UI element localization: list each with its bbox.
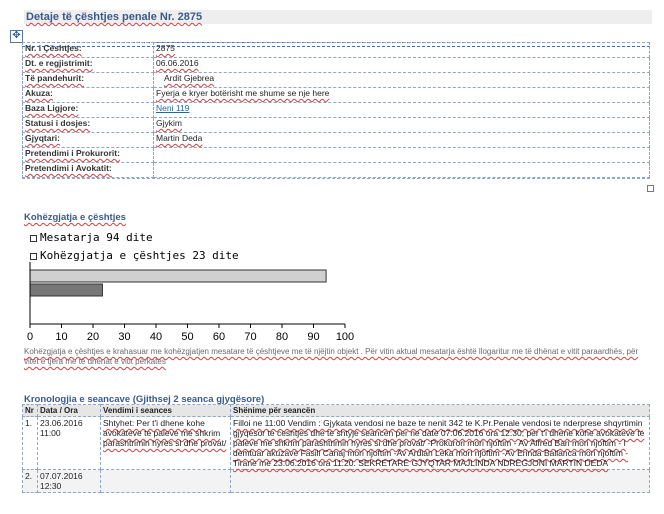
resize-handle[interactable] xyxy=(647,185,654,192)
session-datetime: 07.07.2016 12:30 xyxy=(37,469,101,493)
session-nr: 1. xyxy=(22,416,38,470)
detail-value: 06.06.2016 xyxy=(156,58,199,68)
detail-label: Statusi i dosjes: xyxy=(22,117,154,133)
x-tick-label: 60 xyxy=(213,331,225,343)
detail-value-cell: 06.06.2016 xyxy=(153,57,650,73)
x-tick-label: 80 xyxy=(276,331,288,343)
detail-label: Baza Ligjore: xyxy=(22,102,154,118)
col-decision: Vendimi i seances xyxy=(100,404,231,417)
detail-value-cell[interactable]: Neni 119 xyxy=(153,102,650,118)
detail-value-cell: Ardit Gjebrea xyxy=(153,72,650,88)
case-details-table: Nr. i Çështjes: 2875 Dt. e regjistrimit: 06… xyxy=(22,42,650,178)
duration-chart: 0 10 20 30 40 50 60 70 80 90 100 xyxy=(27,262,354,343)
details-row: Baza Ligjore: Neni 119 xyxy=(22,102,650,118)
detail-value: Fyerja e kryer botërisht me shume se nje… xyxy=(156,88,330,98)
duration-heading: Kohëzgjatja e çështjes xyxy=(24,212,126,223)
x-tick-label: 10 xyxy=(55,331,67,343)
session-notes: Filloi ne 11:00 Vendim : Gjykata vendosi… xyxy=(230,416,650,470)
details-row: Pretendimi i Avokatit: xyxy=(22,162,650,178)
detail-label: Gjyqtari: xyxy=(22,132,154,148)
session-time: 11:00 xyxy=(40,428,61,438)
legend-square-icon xyxy=(30,252,37,260)
detail-value-cell xyxy=(153,162,650,178)
table-row: 1. 23.06.2016 11:00 Shtyhet: Per t'i dhene … xyxy=(22,416,650,470)
x-tick-label: 40 xyxy=(150,331,162,343)
legend-item-average: Mesatarja 94 dite xyxy=(30,231,153,244)
detail-value: Gjykim xyxy=(156,118,182,128)
session-decision xyxy=(100,469,231,493)
chronology-table: Nr Data / Ora Vendimi i seances Shënime … xyxy=(22,404,650,493)
details-row: Pretendimi i Prokurorit: xyxy=(22,147,650,163)
detail-value-cell: Gjykim xyxy=(153,117,650,133)
detail-label: Nr. i Çështjes: xyxy=(22,42,154,58)
session-notes xyxy=(230,469,650,493)
detail-label: Akuza: xyxy=(22,87,154,103)
detail-value: 2875 xyxy=(156,43,175,53)
detail-value-cell: Martin Deda xyxy=(153,132,650,148)
legend-square-icon xyxy=(30,234,37,242)
detail-value-cell: Fyerja e kryer botërisht me shume se nje… xyxy=(153,87,650,103)
x-tick-label: 70 xyxy=(244,331,256,343)
detail-label: Të pandehurit: xyxy=(22,72,154,88)
x-tick-label: 30 xyxy=(118,331,130,343)
table-row: 2. 07.07.2016 12:30 xyxy=(22,469,650,493)
bar-average xyxy=(29,269,327,283)
detail-value: Martin Deda xyxy=(156,133,203,143)
details-row: Akuza: Fyerja e kryer botërisht me shume … xyxy=(22,87,650,103)
col-notes: Shënime për seancën xyxy=(230,404,650,417)
x-tick-label: 50 xyxy=(181,331,193,343)
page-title: Detaje të çështjes penale Nr. 2875 xyxy=(24,10,652,24)
session-date: 23.06.2016 xyxy=(40,418,83,428)
session-date: 07.07.2016 xyxy=(40,471,83,481)
session-decision: Shtyhet: Per t'i dhene kohe avokateve te… xyxy=(100,416,231,470)
x-tick-label: 90 xyxy=(307,331,319,343)
detail-label: Pretendimi i Avokatit: xyxy=(22,162,154,178)
details-row: Nr. i Çështjes: 2875 xyxy=(22,42,650,58)
details-row: Dt. e regjistrimit: 06.06.2016 xyxy=(22,57,650,73)
detail-label: Pretendimi i Prokurorit: xyxy=(22,147,154,163)
x-tick-label: 0 xyxy=(27,331,33,343)
col-date: Data / Ora xyxy=(37,404,101,417)
x-tick-label: 100 xyxy=(336,331,354,343)
session-datetime: 23.06.2016 11:00 xyxy=(37,416,101,470)
details-row: Statusi i dosjes: Gjykim xyxy=(22,117,650,133)
col-nr: Nr xyxy=(22,404,38,417)
detail-value-cell xyxy=(153,147,650,163)
detail-label: Dt. e regjistrimit: xyxy=(22,57,154,73)
x-tick-label: 20 xyxy=(87,331,99,343)
detail-value-cell: 2875 xyxy=(153,42,650,58)
details-row: Të pandehurit: Ardit Gjebrea xyxy=(22,72,650,88)
bar-case xyxy=(29,283,103,297)
detail-value: Ardit Gjebrea xyxy=(164,73,215,83)
details-row: Gjyqtari: Martin Deda xyxy=(22,132,650,148)
session-time: 12:30 xyxy=(40,481,62,491)
duration-note: Kohëzgjatja e çështjes e krahasuar me ko… xyxy=(24,347,639,366)
legal-basis-link[interactable]: Neni 119 xyxy=(156,103,189,113)
session-nr: 2. xyxy=(22,469,38,493)
table-bottom-band xyxy=(22,178,650,187)
legend-item-case: Kohëzgjatja e çështjes 23 dite xyxy=(30,249,239,262)
